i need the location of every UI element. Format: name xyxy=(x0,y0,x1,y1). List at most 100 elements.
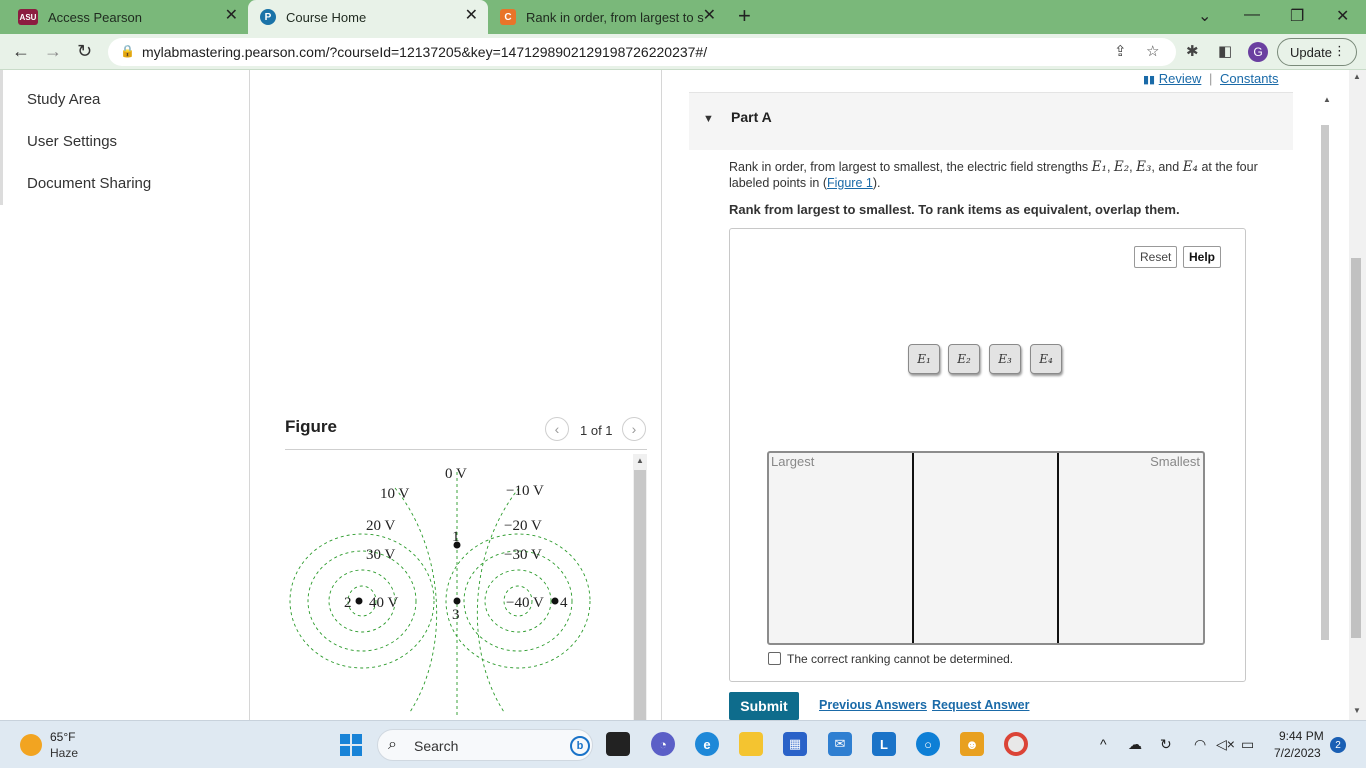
sidebar-item-document-sharing[interactable]: Document Sharing xyxy=(27,175,151,192)
next-figure-chevron-icon[interactable]: › xyxy=(622,417,646,441)
page-scrollbar-thumb[interactable] xyxy=(1351,258,1361,638)
edge-icon[interactable]: e xyxy=(695,732,719,756)
notification-badge[interactable]: 2 xyxy=(1330,737,1346,753)
figure-scrollbar-thumb[interactable] xyxy=(634,470,646,720)
file-explorer-icon[interactable] xyxy=(739,732,763,756)
close-tab-icon[interactable]: ✕ xyxy=(703,8,716,24)
sync-icon[interactable]: ↻ xyxy=(1160,736,1172,753)
panel-scroll-up-arrow-icon[interactable]: ▲ xyxy=(1323,95,1331,104)
l-app-icon[interactable]: L xyxy=(872,732,896,756)
reload-icon[interactable]: ↻ xyxy=(77,41,92,61)
point-3-label: 3 xyxy=(452,607,460,623)
task-view-icon[interactable] xyxy=(606,732,630,756)
part-a-header[interactable]: ▼ Part A xyxy=(689,92,1293,150)
submit-button[interactable]: Submit xyxy=(729,692,799,720)
label-neg20v: −20 V xyxy=(504,518,542,534)
tab-rank-in-order[interactable]: C Rank in order, from largest to sm ✕ xyxy=(488,0,726,34)
request-answer-link[interactable]: Request Answer xyxy=(932,698,1029,712)
reset-button[interactable]: Reset xyxy=(1134,246,1178,268)
tab-access-pearson[interactable]: ASU Access Pearson ✕ xyxy=(0,0,248,34)
previous-answers-link[interactable]: Previous Answers xyxy=(819,698,927,712)
close-window-icon[interactable]: ✕ xyxy=(1336,6,1349,26)
back-arrow-icon[interactable]: ← xyxy=(12,41,30,61)
battery-icon[interactable]: ▭ xyxy=(1241,736,1254,753)
search-placeholder: Search xyxy=(414,738,459,754)
share-icon[interactable]: ⇪ xyxy=(1114,42,1127,60)
label-40v: 40 V xyxy=(369,595,398,611)
browser-tab-bar: ASU Access Pearson ✕ P Course Home ✕ C R… xyxy=(0,0,1366,34)
update-button[interactable]: Update ⋮ xyxy=(1277,38,1357,66)
previous-figure-chevron-icon[interactable]: ‹ xyxy=(545,417,569,441)
weather-condition[interactable]: Haze xyxy=(50,746,78,760)
scroll-down-arrow-icon[interactable]: ▼ xyxy=(1353,706,1361,715)
maximize-icon[interactable]: ❐ xyxy=(1290,6,1304,26)
collapse-caret-icon[interactable]: ▼ xyxy=(703,113,714,125)
equipotential-figure: 0 V 10 V 20 V 30 V 40 V −10 V −20 V −30 … xyxy=(289,466,591,715)
close-tab-icon[interactable]: ✕ xyxy=(225,8,238,24)
clock-time[interactable]: 9:44 PM xyxy=(1279,729,1324,743)
question-sep-and: , and xyxy=(1151,160,1183,174)
mail-icon[interactable]: ✉ xyxy=(828,732,852,756)
bing-icon[interactable]: b xyxy=(570,736,590,756)
review-link[interactable]: Review xyxy=(1159,71,1202,86)
new-tab-button[interactable]: + xyxy=(738,5,751,27)
panel-scrollbar-thumb[interactable] xyxy=(1321,125,1329,640)
rank-tile-e2[interactable]: E₂ xyxy=(948,344,980,374)
alexa-icon[interactable]: ○ xyxy=(916,732,940,756)
chat-icon[interactable]: ◔ xyxy=(651,732,675,756)
wifi-icon[interactable]: ◠ xyxy=(1194,736,1206,753)
bookmark-star-icon[interactable]: ☆ xyxy=(1146,42,1159,60)
search-icon: ⌕ xyxy=(388,736,397,753)
rank-slot-2[interactable] xyxy=(914,453,1059,643)
rank-tile-e1[interactable]: E₁ xyxy=(908,344,940,374)
windows-start-icon[interactable] xyxy=(340,734,362,756)
forward-arrow-icon[interactable]: → xyxy=(44,41,62,61)
chrome-icon[interactable] xyxy=(1004,732,1028,756)
scroll-up-arrow-icon[interactable]: ▲ xyxy=(636,456,644,465)
page-scrollbar[interactable]: ▲ ▲ ▼ xyxy=(1321,70,1366,720)
side-panel-icon[interactable]: ◧ xyxy=(1218,42,1232,60)
scroll-up-arrow-icon[interactable]: ▲ xyxy=(1353,72,1361,81)
close-tab-icon[interactable]: ✕ xyxy=(465,8,478,24)
sidebar-item-study-area[interactable]: Study Area xyxy=(27,91,100,108)
question-sep: , xyxy=(1106,160,1114,174)
minimize-icon[interactable]: — xyxy=(1244,6,1260,24)
ranking-drop-area[interactable]: Largest Smallest xyxy=(767,451,1205,645)
show-hidden-icons-chevron-icon[interactable]: ^ xyxy=(1100,736,1107,752)
url-text[interactable]: mylabmastering.pearson.com/?courseId=121… xyxy=(142,44,707,60)
kebab-menu-icon[interactable]: ⋮ xyxy=(1333,43,1346,59)
rank-slot-1[interactable] xyxy=(769,453,914,643)
point-2-dot xyxy=(355,597,363,605)
ranking-widget: Reset Help E₁ E₂ E₃ E₄ Largest Smallest … xyxy=(729,228,1246,682)
tab-search-chevron-icon[interactable]: ⌄ xyxy=(1198,6,1211,26)
game-app-icon[interactable]: ☻ xyxy=(960,732,984,756)
label-20v: 20 V xyxy=(366,518,395,534)
onedrive-cloud-icon[interactable]: ☁ xyxy=(1128,736,1142,753)
microsoft-store-icon[interactable]: ▦ xyxy=(783,732,807,756)
tab-course-home[interactable]: P Course Home ✕ xyxy=(248,0,488,34)
figure-1-link[interactable]: Figure 1 xyxy=(827,176,873,190)
figure-scrollbar[interactable]: ▲ xyxy=(633,454,647,720)
weather-haze-icon[interactable] xyxy=(20,734,42,756)
point-4-label: 4 xyxy=(560,595,568,611)
pearson-favicon-icon: P xyxy=(260,9,276,25)
taskbar-search-box[interactable]: ⌕ Search b xyxy=(377,729,593,761)
var-e4: E₄ xyxy=(1182,159,1198,175)
cannot-determine-checkbox[interactable] xyxy=(768,652,781,665)
rank-instruction: Rank from largest to smallest. To rank i… xyxy=(729,202,1180,217)
tab-title: Course Home xyxy=(286,9,367,25)
sidebar-item-user-settings[interactable]: User Settings xyxy=(27,133,117,150)
rank-tile-e4[interactable]: E₄ xyxy=(1030,344,1062,374)
rank-tile-e3[interactable]: E₃ xyxy=(989,344,1021,374)
help-button[interactable]: Help xyxy=(1183,246,1222,268)
extensions-puzzle-icon[interactable]: ✱ xyxy=(1186,42,1199,60)
constants-link[interactable]: Constants xyxy=(1220,71,1279,86)
largest-label: Largest xyxy=(771,454,815,469)
clock-date[interactable]: 7/2/2023 xyxy=(1274,746,1321,760)
address-bar[interactable]: 🔒 mylabmastering.pearson.com/?courseId=1… xyxy=(108,38,1176,66)
weather-temperature[interactable]: 65°F xyxy=(50,730,75,744)
figure-pager: 1 of 1 xyxy=(580,423,613,438)
profile-avatar[interactable]: G xyxy=(1248,42,1268,62)
lock-icon[interactable]: 🔒 xyxy=(120,44,135,58)
speaker-muted-icon[interactable]: ◁× xyxy=(1216,736,1235,753)
